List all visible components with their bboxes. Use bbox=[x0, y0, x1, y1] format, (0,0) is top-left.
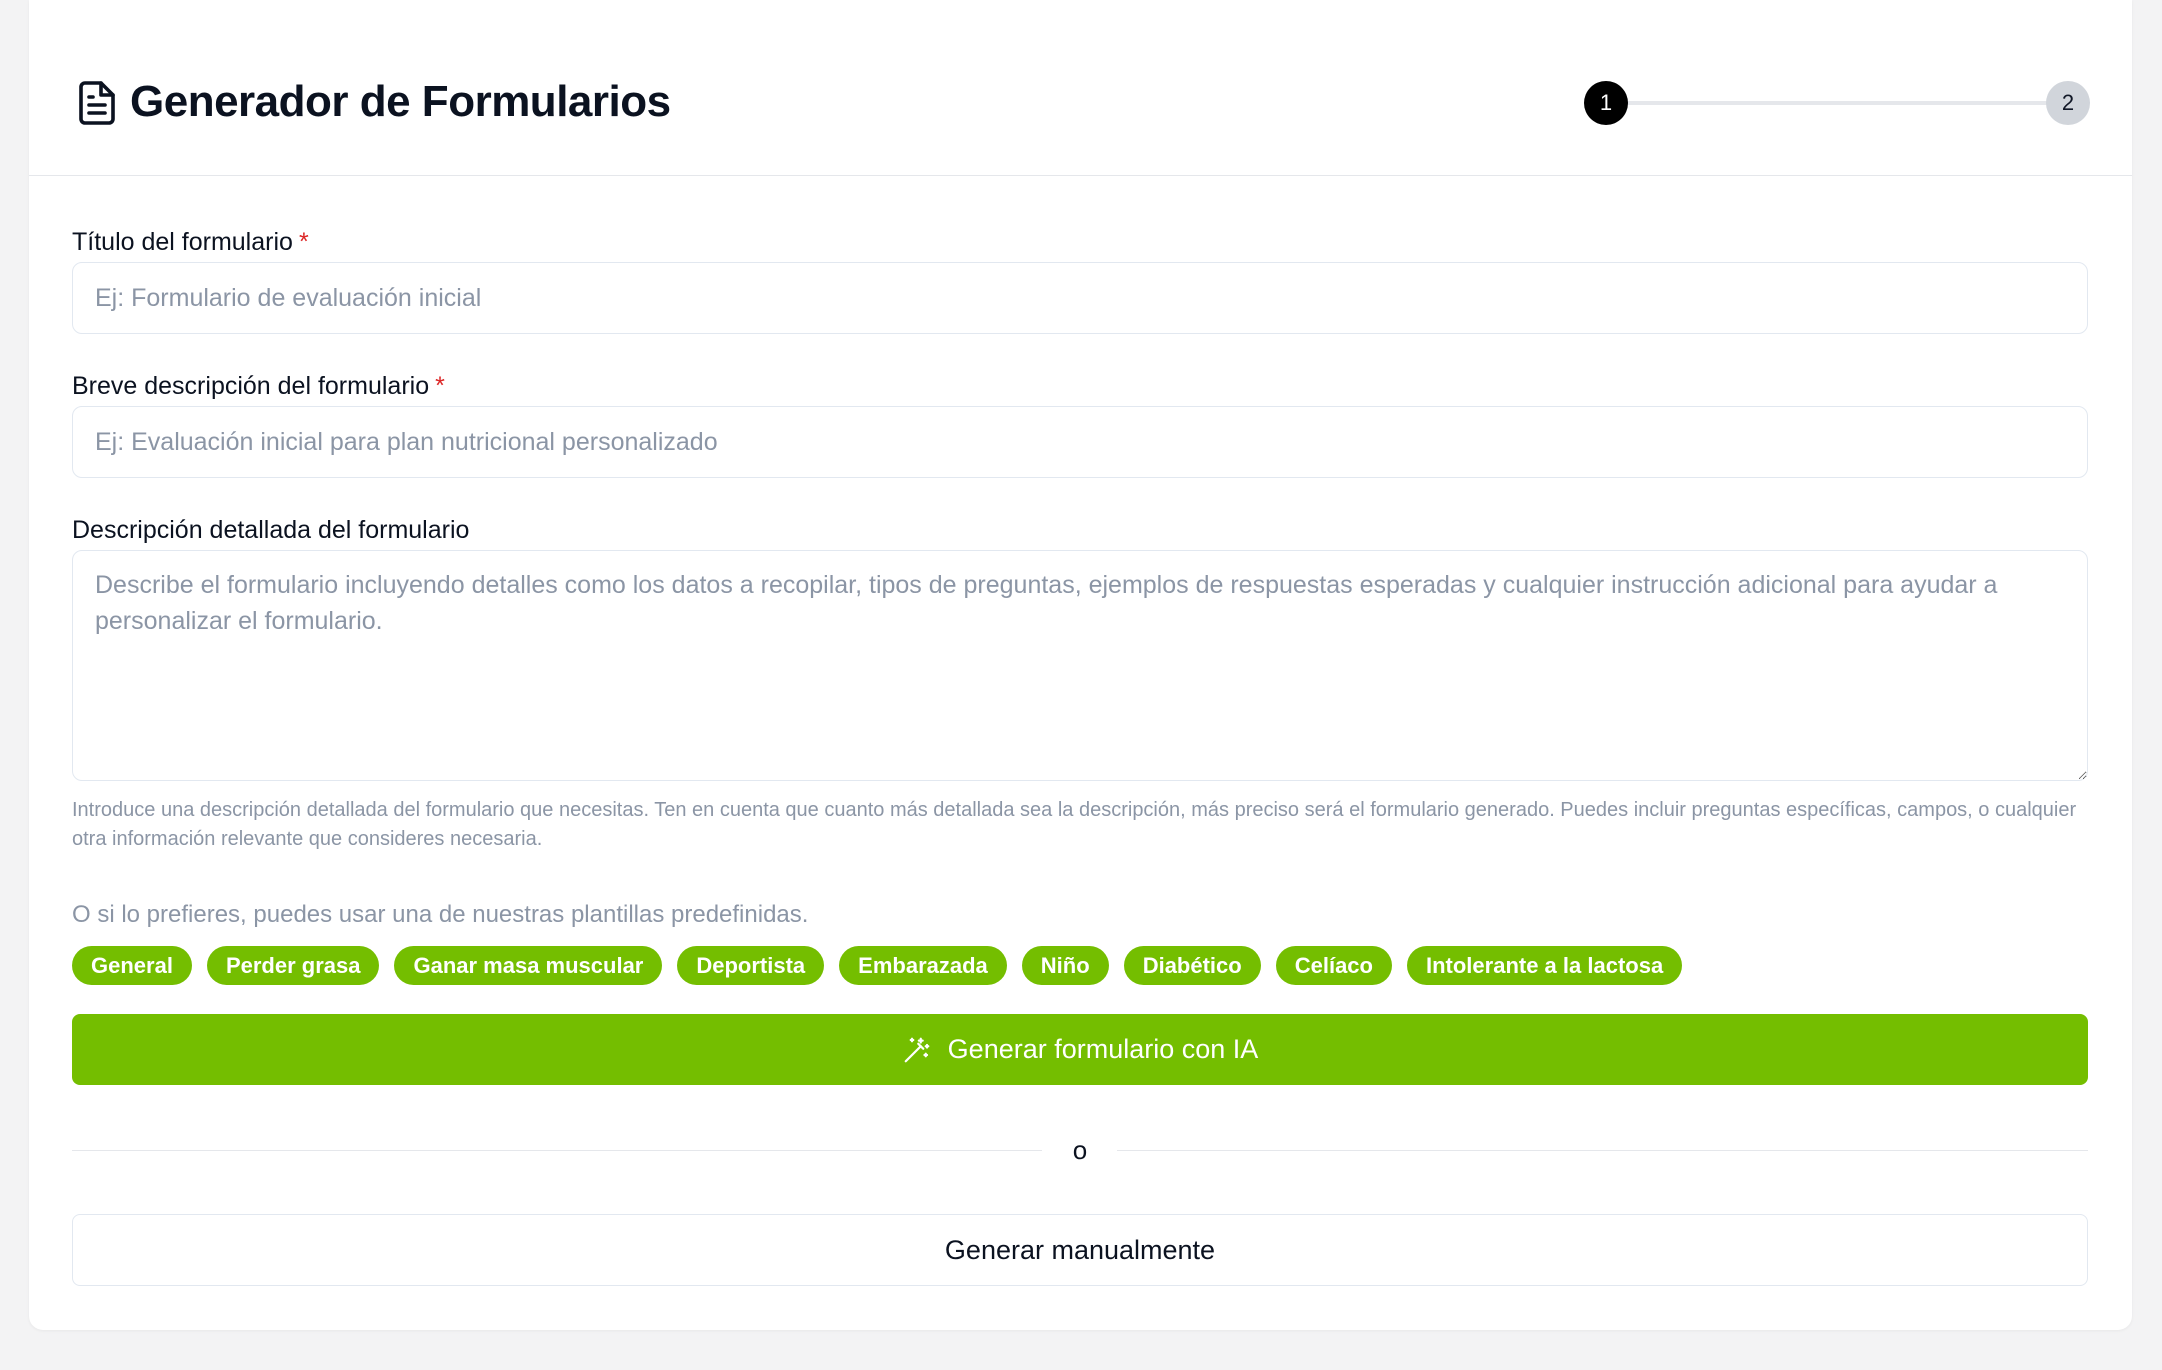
magic-wand-icon bbox=[904, 1037, 930, 1062]
generate-manually-button[interactable]: Generar manualmente bbox=[72, 1214, 2088, 1286]
short-description-label-text: Breve descripción del formulario bbox=[72, 372, 430, 400]
document-icon bbox=[79, 81, 115, 125]
title-field-label-text: Título del formulario bbox=[72, 228, 293, 256]
template-chip-celiaco[interactable]: Celíaco bbox=[1275, 946, 1392, 985]
template-chip-embarazada[interactable]: Embarazada bbox=[839, 946, 1007, 985]
detailed-description-label: Descripción detallada del formulario bbox=[72, 516, 470, 544]
stepper-line bbox=[1606, 101, 2068, 105]
template-chip-deportista[interactable]: Deportista bbox=[677, 946, 825, 985]
title-field-label: Título del formulario * bbox=[72, 226, 309, 258]
template-chip-ganar-masa-muscular[interactable]: Ganar masa muscular bbox=[394, 946, 663, 985]
step-2[interactable]: 2 bbox=[2046, 81, 2090, 125]
header: Generador de Formularios 1 2 bbox=[29, 0, 2132, 176]
template-chips: General Perder grasa Ganar masa muscular… bbox=[72, 946, 1683, 985]
template-chip-diabetico[interactable]: Diabético bbox=[1123, 946, 1261, 985]
divider-line-left bbox=[72, 1150, 1042, 1151]
template-chip-intolerante-lactosa[interactable]: Intolerante a la lactosa bbox=[1406, 946, 1683, 985]
detailed-description-textarea[interactable] bbox=[72, 550, 2088, 781]
short-description-input[interactable] bbox=[72, 406, 2088, 478]
generate-with-ai-button[interactable]: Generar formulario con IA bbox=[72, 1014, 2088, 1085]
required-mark: * bbox=[298, 228, 309, 256]
template-chip-nino[interactable]: Niño bbox=[1021, 946, 1109, 985]
templates-intro: O si lo prefieres, puedes usar una de nu… bbox=[72, 901, 809, 928]
short-description-label: Breve descripción del formulario * bbox=[72, 370, 445, 402]
divider-line-right bbox=[1117, 1150, 2088, 1151]
required-mark: * bbox=[435, 372, 445, 400]
divider-or-text: o bbox=[1072, 1135, 1088, 1165]
template-chip-general[interactable]: General bbox=[72, 946, 192, 985]
form-generator-card: Generador de Formularios 1 2 Título del … bbox=[29, 0, 2132, 1330]
stepper: 1 2 bbox=[1584, 81, 2090, 125]
title-input[interactable] bbox=[72, 262, 2088, 334]
step-1[interactable]: 1 bbox=[1584, 81, 1628, 125]
template-chip-perder-grasa[interactable]: Perder grasa bbox=[206, 946, 380, 985]
generate-with-ai-label: Generar formulario con IA bbox=[947, 1034, 1259, 1064]
page-title: Generador de Formularios bbox=[130, 77, 671, 126]
detailed-description-hint: Introduce una descripción detallada del … bbox=[72, 799, 2077, 850]
